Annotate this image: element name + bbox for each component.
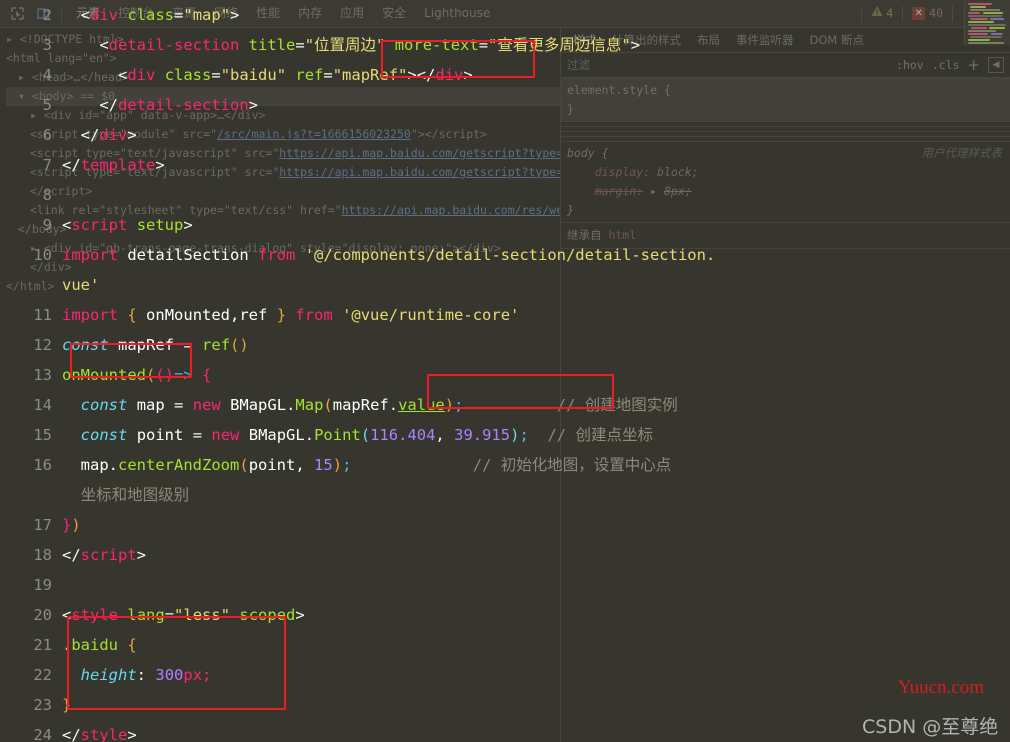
dom-tree-row[interactable]: </html>: [6, 277, 560, 296]
dom-tree-row[interactable]: ▸ <head>…</head>: [6, 68, 560, 87]
subtab-dom-breakpoints[interactable]: DOM 断点: [802, 31, 872, 50]
dom-tree-row[interactable]: ▸ <div id="qb-trans-page-trans-dialog" s…: [6, 239, 560, 258]
dom-tree-row[interactable]: ▾ <body> == $0: [6, 87, 560, 106]
devtools-tab-lighthouse[interactable]: Lighthouse: [415, 0, 499, 28]
dom-tree-row[interactable]: ▸ <!DOCTYPE html>: [6, 30, 560, 49]
css-value[interactable]: block;: [657, 165, 699, 179]
error-badge[interactable]: ✕ 40: [908, 4, 947, 23]
warning-count: 4: [886, 6, 894, 20]
styles-rules-list: element.style { } </span><span class="css…: [561, 78, 1010, 253]
dom-tree-row[interactable]: <script type="text/javascript" src="http…: [6, 163, 560, 182]
css-property[interactable]: margin: [595, 184, 637, 198]
new-style-rule-button[interactable]: +: [967, 56, 980, 75]
dom-tree-row[interactable]: ▸ <div id="app" data-v-app>…</div>: [6, 106, 560, 125]
css-property[interactable]: display: [595, 165, 643, 179]
css-rule[interactable]: element.style { }: [561, 78, 1010, 121]
styles-filter-bar: 过滤 :hov .cls + ◀: [561, 53, 1010, 78]
css-rule[interactable]: 用户代理样式表 body { display: block; margin: ▸ …: [561, 141, 1010, 222]
styles-filter-input[interactable]: 过滤: [567, 56, 888, 75]
devtools-tab-console[interactable]: 控制台: [109, 0, 163, 28]
devtools-tab-network[interactable]: 网络: [205, 0, 247, 28]
error-count: 40: [929, 6, 943, 20]
subtab-computed[interactable]: 计算出的样式: [604, 31, 689, 50]
css-selector: body {: [567, 146, 609, 160]
toolbar-divider-3: [902, 5, 904, 22]
warning-triangle-icon: [871, 4, 883, 23]
devtools-tab-sources[interactable]: 来源: [163, 0, 205, 28]
inherited-from-label: 继承自 html: [561, 222, 1010, 248]
toolbar-divider-2: [861, 5, 863, 22]
styles-sidebar: 样式 计算出的样式 布局 事件监听器 DOM 断点 过滤 :hov .cls +…: [560, 28, 1010, 742]
devtools-tab-security[interactable]: 安全: [373, 0, 415, 28]
watermark-yuucn: Yuucn.com: [898, 677, 985, 698]
inspect-cursor-icon[interactable]: [4, 2, 30, 26]
toolbar-divider-4: [952, 5, 953, 22]
dom-tree-row[interactable]: <script type="module" src="/src/main.js?…: [6, 125, 560, 144]
css-selector: element.style {: [567, 83, 671, 97]
cls-toggle[interactable]: .cls: [932, 56, 960, 75]
devtools-tab-performance[interactable]: 性能: [247, 0, 289, 28]
device-toolbar-icon[interactable]: [30, 2, 56, 26]
watermark-csdn: CSDN @至尊绝伦: [862, 716, 999, 738]
dom-tree[interactable]: ▸ <!DOCTYPE html> <html lang="en"> ▸ <head…: [0, 28, 560, 742]
devtools-tab-application[interactable]: 应用: [331, 0, 373, 28]
subtab-event-listeners[interactable]: 事件监听器: [728, 31, 802, 50]
dom-tree-row[interactable]: </script>: [6, 182, 560, 201]
devtools-tab-elements[interactable]: 元素: [67, 0, 109, 28]
hov-toggle[interactable]: :hov: [896, 56, 924, 75]
panel-collapse-button[interactable]: ◀: [988, 57, 1004, 73]
subtab-styles[interactable]: 样式: [565, 31, 604, 50]
dom-tree-row[interactable]: </div>: [6, 258, 560, 277]
subtab-layout[interactable]: 布局: [689, 31, 728, 50]
dom-tree-row[interactable]: <html lang="en">: [6, 49, 560, 68]
dom-tree-row[interactable]: <script type="text/javascript" src="http…: [6, 144, 560, 163]
error-x-icon: ✕: [912, 7, 926, 20]
devtools-panel: 元素 控制台 来源 网络 性能 内存 应用 安全 Lighthouse 4 ✕ …: [0, 0, 1010, 742]
css-rule-origin: 用户代理样式表: [921, 146, 1003, 160]
dom-tree-row[interactable]: </body>: [6, 220, 560, 239]
warning-badge[interactable]: 4: [867, 4, 897, 23]
toolbar-divider: [61, 5, 62, 22]
css-value[interactable]: 8px;: [664, 184, 692, 198]
devtools-toolbar: 元素 控制台 来源 网络 性能 内存 应用 安全 Lighthouse 4 ✕ …: [0, 0, 1010, 45]
dom-tree-row[interactable]: <link rel="stylesheet" type="text/css" h…: [6, 201, 560, 220]
styles-subtabs: 样式 计算出的样式 布局 事件监听器 DOM 断点: [561, 28, 1010, 53]
devtools-tab-memory[interactable]: 内存: [289, 0, 331, 28]
screenshot-root: 元素 控制台 来源 网络 性能 内存 应用 安全 Lighthouse 4 ✕ …: [0, 0, 1010, 742]
css-rule-root[interactable]: </span><span class="css-sel" data-name="…: [561, 248, 1010, 253]
